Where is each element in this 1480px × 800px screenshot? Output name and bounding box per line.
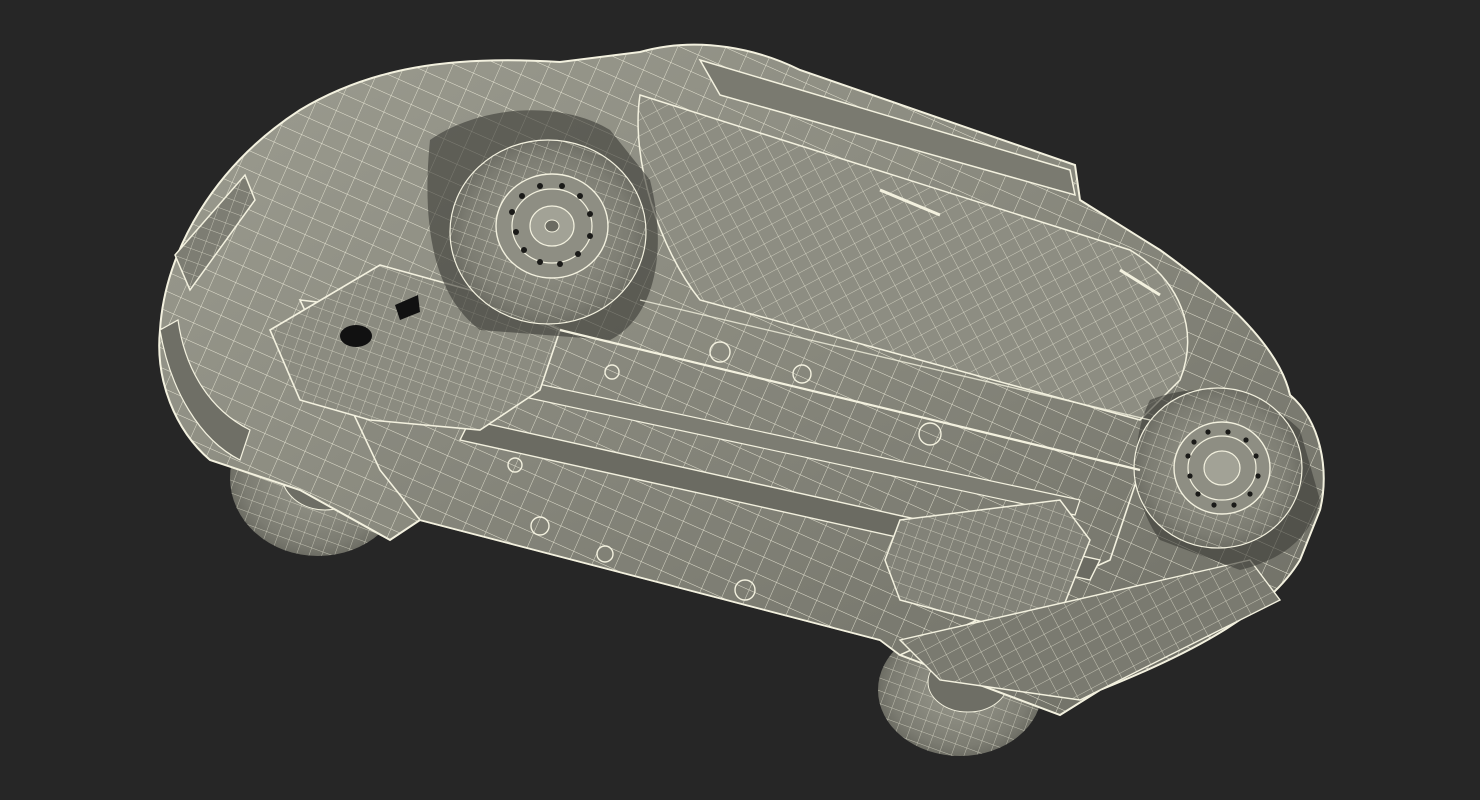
tow-hole <box>340 325 372 347</box>
render-viewport <box>0 0 1480 800</box>
car-wireframe-render <box>158 43 1325 756</box>
